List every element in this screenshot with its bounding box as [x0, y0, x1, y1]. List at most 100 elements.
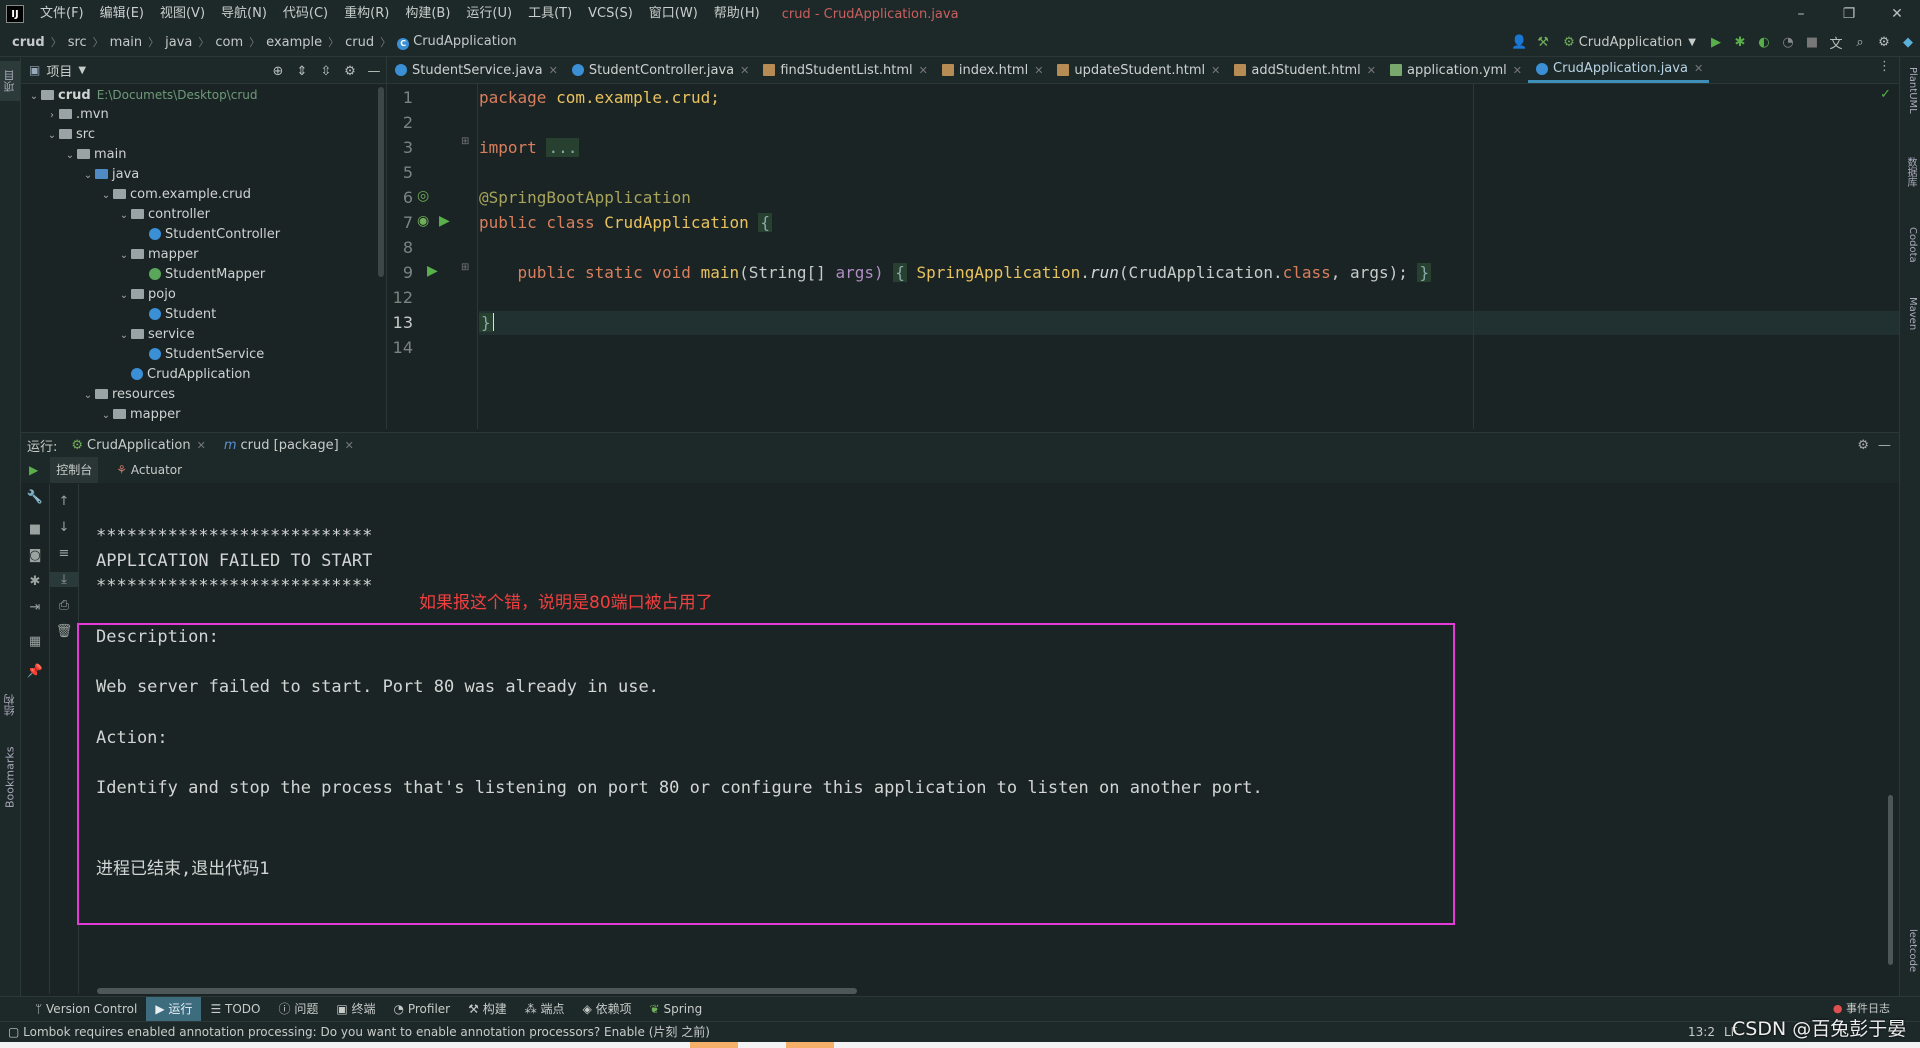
run-tab-crudapplication[interactable]: ⚙ CrudApplication ✕	[71, 438, 205, 453]
tree-item[interactable]: ⌄ pojo	[117, 285, 176, 305]
tree-item[interactable]: ⌄ src	[45, 125, 95, 145]
tool-tab-build[interactable]: ⚒ 构建	[459, 997, 516, 1021]
menu-run[interactable]: 运行(U)	[458, 0, 520, 28]
close-icon[interactable]: ✕	[345, 439, 354, 452]
spring-bean-icon[interactable]: ◎	[417, 188, 429, 204]
gear-icon[interactable]: ⚙	[1872, 28, 1896, 56]
breadcrumb-main[interactable]: main	[106, 35, 146, 50]
tool-tab-problems[interactable]: ⓘ 问题	[270, 997, 328, 1021]
tool-tab-endpoints[interactable]: ⁂ 端点	[516, 997, 574, 1021]
console-vertical-scrollbar[interactable]	[1888, 795, 1893, 965]
collapse-all-icon[interactable]: ⇳	[314, 57, 338, 85]
bookmarks-tool-tab[interactable]: Bookmarks	[0, 737, 20, 817]
tree-item[interactable]: StudentMapper	[135, 265, 265, 285]
tree-item[interactable]: ⌄ com.example.crud	[99, 185, 251, 205]
menu-build[interactable]: 构建(B)	[397, 0, 458, 28]
chevron-down-icon[interactable]: ⌄	[81, 386, 95, 406]
close-icon[interactable]: ✕	[1694, 62, 1703, 75]
menu-edit[interactable]: 编辑(E)	[92, 0, 152, 28]
chevron-down-icon[interactable]: ⌄	[63, 146, 77, 166]
pin-icon[interactable]: 📌	[21, 664, 49, 679]
locate-icon[interactable]: ⊕	[266, 57, 290, 85]
editor-tab[interactable]: findStudentList.html ✕	[755, 57, 934, 83]
tree-item[interactable]: ⌄ java	[81, 165, 139, 185]
plugin-icon[interactable]: ◆	[1896, 28, 1920, 56]
tree-item[interactable]: ⌄ mapper	[117, 245, 199, 266]
close-icon[interactable]: ✕	[919, 64, 928, 77]
editor-tab[interactable]: CrudApplication.java ✕	[1528, 57, 1710, 83]
tree-item[interactable]: CrudApplication	[117, 365, 251, 385]
scroll-to-end-icon[interactable]: ⤓	[50, 572, 78, 587]
tree-item[interactable]: ⌄ main	[63, 145, 127, 166]
editor-tab[interactable]: updateStudent.html ✕	[1049, 57, 1226, 83]
tree-item[interactable]: Student	[135, 305, 216, 325]
breadcrumb-crudapplication[interactable]: C CrudApplication	[393, 34, 521, 50]
breadcrumb-crud-package[interactable]: crud	[341, 35, 378, 50]
tool-tab-version-control[interactable]: ᛘ Version Control	[26, 997, 146, 1021]
coverage-icon[interactable]: ◐	[1752, 28, 1776, 56]
hide-icon[interactable]: —	[1878, 438, 1891, 453]
tree-item[interactable]: ⌄ service	[117, 325, 195, 345]
restore-button[interactable]: ❐	[1826, 0, 1872, 28]
debug-icon[interactable]: ✱	[21, 574, 49, 589]
tree-item[interactable]: ⌄ crud E:\Documets\Desktop\crud	[27, 85, 258, 105]
tool-tab-terminal[interactable]: ▣ 终端	[327, 997, 384, 1021]
editor-tab[interactable]: StudentService.java ✕	[387, 57, 564, 83]
debug-icon[interactable]: ✱	[1728, 28, 1752, 56]
close-icon[interactable]: ✕	[197, 439, 206, 452]
stop-icon[interactable]: ■	[1800, 28, 1824, 56]
console-horizontal-scrollbar[interactable]	[97, 988, 857, 994]
subtab-actuator[interactable]: ⚘ Actuator	[110, 457, 188, 483]
tree-scrollbar[interactable]	[378, 87, 384, 277]
print-icon[interactable]: ⎙	[50, 598, 78, 613]
expand-all-icon[interactable]: ⇕	[290, 57, 314, 85]
fold-icon[interactable]: ⊞	[461, 136, 469, 147]
close-icon[interactable]: ✕	[1211, 64, 1220, 77]
project-tool-tab[interactable]: 项目	[0, 61, 20, 101]
chevron-down-icon[interactable]: ▼	[78, 65, 86, 76]
tool-tab-spring[interactable]: ❦ Spring	[641, 997, 712, 1021]
subtab-console[interactable]: 控制台	[50, 457, 99, 483]
inspection-ok-icon[interactable]: ✓	[1880, 87, 1891, 102]
editor-tab[interactable]: StudentController.java ✕	[564, 57, 756, 83]
close-button[interactable]: ✕	[1874, 0, 1920, 28]
chevron-down-icon[interactable]: ⌄	[45, 126, 59, 146]
trash-icon[interactable]: 🗑	[50, 624, 78, 639]
chevron-down-icon[interactable]: ⌄	[27, 87, 41, 107]
menu-navigate[interactable]: 导航(N)	[213, 0, 275, 28]
editor-tab[interactable]: index.html ✕	[934, 57, 1050, 83]
stop-icon[interactable]: ■	[21, 522, 49, 537]
translate-icon[interactable]: 文	[1824, 28, 1848, 56]
menu-refactor[interactable]: 重构(R)	[336, 0, 397, 28]
chevron-down-icon[interactable]: ⌄	[117, 206, 131, 226]
tool-tab-run[interactable]: ▶ 运行	[146, 997, 202, 1021]
chevron-down-icon[interactable]: ⌄	[81, 166, 95, 186]
run-config-selector[interactable]: ⚙ CrudApplication ▼	[1555, 35, 1704, 50]
menu-file[interactable]: 文件(F)	[32, 0, 92, 28]
tree-item[interactable]: › .mvn	[45, 105, 109, 125]
editor-tab[interactable]: application.yml ✕	[1382, 57, 1528, 83]
chevron-down-icon[interactable]: ⌄	[117, 246, 131, 266]
more-tabs-icon[interactable]: ⋮	[1878, 59, 1891, 74]
breadcrumb-src[interactable]: src	[64, 35, 91, 50]
soft-wrap-icon[interactable]: ≡	[50, 546, 78, 561]
layout-icon[interactable]: ▦	[21, 634, 49, 649]
profile-icon[interactable]: ◔	[1776, 28, 1800, 56]
tree-item[interactable]: ⌄ controller	[117, 205, 210, 225]
tree-item[interactable]: ⌄ mapper	[99, 405, 181, 425]
menu-vcs[interactable]: VCS(S)	[580, 0, 641, 28]
run-icon[interactable]: ▶	[1704, 28, 1728, 56]
close-icon[interactable]: ✕	[1034, 64, 1043, 77]
breadcrumb-java[interactable]: java	[161, 35, 196, 50]
editor-tab[interactable]: addStudent.html ✕	[1226, 57, 1382, 83]
tree-item[interactable]: StudentService	[135, 345, 264, 365]
chevron-down-icon[interactable]: ⌄	[117, 286, 131, 306]
tree-item[interactable]: ⌄ resources	[81, 385, 175, 405]
chevron-down-icon[interactable]: ⌄	[99, 186, 113, 206]
project-panel-title[interactable]: 项目	[46, 61, 72, 80]
camera-icon[interactable]: ◙	[21, 548, 49, 563]
hide-icon[interactable]: —	[362, 57, 386, 85]
search-icon[interactable]: ⌕	[1848, 28, 1872, 56]
rerun-icon[interactable]: ▶	[29, 463, 38, 477]
maven-tool-tab[interactable]: Maven	[1902, 297, 1918, 330]
